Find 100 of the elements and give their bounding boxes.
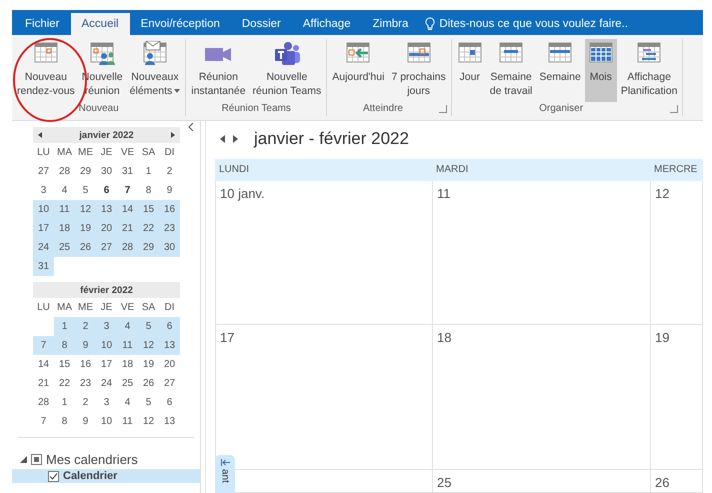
day-cell[interactable]: 31 (117, 162, 138, 181)
day-cell[interactable]: 3 (96, 393, 117, 412)
launcher-icon[interactable] (438, 105, 447, 113)
collapse-icon[interactable] (188, 123, 194, 131)
day-cell[interactable]: 24 (96, 374, 117, 393)
day-cell[interactable]: 18 (117, 355, 138, 374)
day-cell[interactable]: 19 (138, 355, 159, 374)
ribbon-button[interactable]: Jour (454, 39, 486, 102)
day-cell[interactable]: 6 (159, 317, 180, 336)
day-cell[interactable]: 23 (75, 374, 96, 393)
ribbon-button[interactable]: 7 prochains jours (388, 39, 449, 102)
day-cell[interactable]: 9 (75, 412, 96, 431)
day-cell[interactable]: 1 (54, 317, 75, 336)
day-cell[interactable]: 20 (159, 355, 180, 374)
day-cell[interactable]: 14 (33, 355, 54, 374)
expanded-icon[interactable] (20, 456, 27, 463)
day-cell[interactable]: 1 (54, 393, 75, 412)
day-cell[interactable]: 6 (159, 393, 180, 412)
day-cell[interactable]: 12 (138, 412, 159, 431)
day-cell[interactable]: 26 (75, 238, 96, 257)
side-pane-tab[interactable]: ant (215, 455, 235, 493)
day-cell[interactable]: 8 (54, 412, 75, 431)
day-cell[interactable]: 21 (117, 219, 138, 238)
group-checkbox[interactable] (31, 454, 42, 465)
day-cell[interactable]: 8 (54, 336, 75, 355)
day-cell[interactable]: 26 (138, 374, 159, 393)
day-cell[interactable]: 13 (159, 412, 180, 431)
day-cell[interactable]: 11 (54, 200, 75, 219)
day-cell[interactable]: 9 (159, 181, 180, 200)
day-cell[interactable]: 27 (33, 162, 54, 181)
day-cell[interactable]: 2 (159, 162, 180, 181)
ribbon-button[interactable]: Mois (584, 39, 617, 102)
launcher-icon[interactable] (670, 105, 678, 113)
day-cell[interactable]: 12 (138, 336, 159, 355)
ribbon-tab[interactable]: Envoi/réception (130, 13, 231, 35)
checkbox[interactable] (48, 470, 59, 482)
ribbon-tab[interactable]: Accueil (70, 13, 130, 35)
day-cell[interactable]: 10 (33, 200, 54, 219)
day-cell[interactable]: 21 (33, 374, 54, 393)
day-cell[interactable]: 6 (96, 181, 117, 200)
day-cell[interactable]: 9 (75, 336, 96, 355)
day-cell[interactable]: 30 (96, 162, 117, 181)
day-cell[interactable]: 13 (96, 200, 117, 219)
day-cell[interactable]: 23 (159, 219, 180, 238)
day-cell[interactable]: 4 (117, 393, 138, 412)
day-cell[interactable]: 15 (54, 355, 75, 374)
day-cell[interactable]: 20 (96, 219, 117, 238)
tell-me-text[interactable]: Dites-nous ce que vous voulez faire.. (439, 18, 628, 30)
day-cell[interactable]: 5 (75, 181, 96, 200)
day-cell[interactable]: 7 (117, 181, 138, 200)
day-cell[interactable]: 17 (33, 219, 54, 238)
day-cell[interactable]: 17 (96, 355, 117, 374)
day-cell[interactable]: 27 (159, 374, 180, 393)
ribbon-button[interactable]: Semaine de travail (486, 39, 536, 102)
day-cell[interactable]: 4 (54, 181, 75, 200)
day-cell[interactable]: 25 (54, 238, 75, 257)
ribbon-tab[interactable]: Zimbra (362, 13, 420, 35)
day-cell[interactable]: 3 (33, 181, 54, 200)
ribbon-button[interactable]: Aujourd'hui (329, 39, 388, 102)
day-cell[interactable]: 4 (117, 317, 138, 336)
day-cell[interactable]: 16 (159, 200, 180, 219)
ribbon-button[interactable]: Réunion instantanée (188, 39, 249, 102)
day-cell[interactable]: 16 (75, 355, 96, 374)
day-cell[interactable]: 11 (117, 336, 138, 355)
ribbon-tab[interactable]: Affichage (292, 13, 362, 35)
ribbon-button[interactable]: Nouveaux éléments (126, 39, 184, 102)
day-cell[interactable]: 19 (75, 219, 96, 238)
ribbon-tab[interactable]: Fichier (14, 13, 71, 35)
day-cell[interactable]: 22 (54, 374, 75, 393)
day-cell[interactable]: 7 (33, 412, 54, 431)
ribbon-button[interactable]: Nouvelle réunion Teams (250, 39, 324, 102)
day-cell[interactable]: 10 (96, 412, 117, 431)
calendar-list-item[interactable]: Calendrier (12, 469, 200, 483)
day-cell[interactable]: 2 (75, 393, 96, 412)
next-icon[interactable] (233, 135, 238, 143)
day-cell[interactable]: 24 (33, 238, 54, 257)
day-cell[interactable]: 30 (159, 238, 180, 257)
day-cell[interactable]: 29 (75, 162, 96, 181)
ribbon-tab[interactable]: Dossier (230, 13, 292, 35)
previous-icon[interactable] (220, 135, 225, 143)
day-cell[interactable]: 28 (117, 238, 138, 257)
day-cell[interactable]: 5 (138, 317, 159, 336)
day-cell[interactable]: 29 (138, 238, 159, 257)
day-cell[interactable]: 22 (138, 219, 159, 238)
day-cell[interactable]: 10 (96, 336, 117, 355)
day-cell[interactable]: 15 (138, 200, 159, 219)
day-cell[interactable]: 11 (117, 412, 138, 431)
day-cell[interactable]: 14 (117, 200, 138, 219)
day-cell[interactable]: 8 (138, 181, 159, 200)
day-cell[interactable]: 7 (33, 336, 54, 355)
day-cell[interactable]: 2 (75, 317, 96, 336)
day-cell[interactable]: 13 (159, 336, 180, 355)
day-cell[interactable]: 3 (96, 317, 117, 336)
folder-label[interactable]: Mes calendriers (46, 452, 138, 467)
day-cell[interactable]: 28 (54, 162, 75, 181)
ribbon-button[interactable]: Semaine (536, 39, 584, 102)
day-cell[interactable]: 1 (138, 162, 159, 181)
day-cell[interactable]: 18 (54, 219, 75, 238)
day-cell[interactable]: 28 (33, 393, 54, 412)
day-cell[interactable]: 27 (96, 238, 117, 257)
